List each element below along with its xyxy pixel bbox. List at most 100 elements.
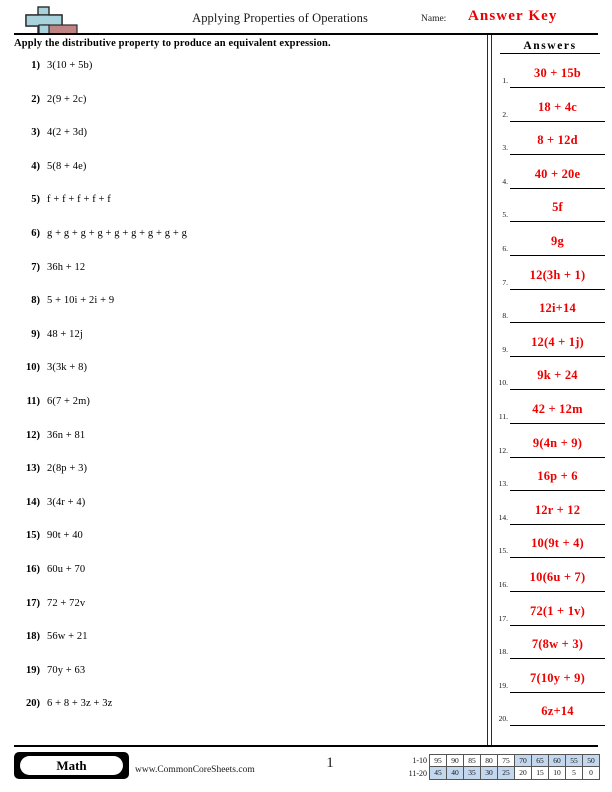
score-cell[interactable]: 15: [531, 766, 549, 780]
answer-row: 11. 42 + 12m: [494, 398, 606, 432]
subject-badge: Math: [14, 752, 129, 779]
score-cell[interactable]: 20: [514, 766, 532, 780]
website-url[interactable]: www.CommonCoreSheets.com: [135, 765, 255, 775]
problems-list: 1) 3(10 + 5b) 2) 2(9 + 2c) 3) 4(2 + 3d) 4) 5(8 …: [14, 58, 480, 730]
answer-number: 2.: [502, 109, 508, 119]
problem-number: 1): [31, 60, 40, 71]
answer-row: 14. 12r + 12: [494, 499, 606, 533]
problem-expression: 3(3k + 8): [47, 362, 88, 374]
answer-row: 1. 30 + 15b: [494, 62, 606, 96]
scoring-table: 1-10 95 90 85 80 75 70 65 60 55 50 11-20 45 40 35 30 25 2…: [398, 754, 600, 780]
answer-row: 19. 7(10y + 9): [494, 667, 606, 701]
answer-number: 14.: [498, 512, 508, 522]
answer-number: 18.: [498, 647, 508, 657]
answer-row: 6. 9g: [494, 230, 606, 264]
answer-value: 12i+14: [539, 301, 576, 316]
problem-expression: 3(4r + 4): [47, 496, 86, 508]
answer-row: 8. 12i+14: [494, 297, 606, 331]
problem-row: 16) 60u + 70: [14, 562, 480, 596]
answer-value: 40 + 20e: [534, 166, 581, 181]
answer-row: 12. 9(4n + 9): [494, 432, 606, 466]
score-cell[interactable]: 0: [582, 766, 600, 780]
problem-expression: 6(7 + 2m): [47, 395, 90, 407]
problem-expression: 90t + 40: [47, 530, 83, 542]
problem-expression: 6 + 8 + 3z + 3z: [47, 698, 113, 710]
divider-line-left: [487, 35, 488, 745]
answer-row: 4. 40 + 20e: [494, 163, 606, 197]
answer-value: 18 + 4c: [537, 99, 578, 114]
answer-number: 1.: [502, 76, 508, 85]
problem-row: 8) 5 + 10i + 2i + 9: [14, 293, 480, 327]
problem-number: 20): [26, 698, 40, 710]
answer-value: 9(4n + 9): [532, 435, 583, 450]
answer-number: 3.: [502, 143, 508, 153]
subject-badge-label: Math: [20, 756, 123, 775]
problem-number: 17): [26, 597, 40, 609]
problem-expression: 2(9 + 2c): [47, 93, 87, 105]
answer-number: 4.: [502, 176, 508, 186]
header-divider-rule: [14, 33, 598, 35]
problem-number: 9): [31, 328, 40, 340]
answer-row: 15. 10(9t + 4): [494, 532, 606, 566]
problem-row: 10) 3(3k + 8): [14, 360, 480, 394]
problem-row: 17) 72 + 72v: [14, 596, 480, 630]
score-cell[interactable]: 45: [429, 766, 447, 780]
problem-row: 4) 5(8 + 4e): [14, 159, 480, 193]
problem-number: 18): [26, 631, 40, 643]
answer-value: 72(1 + 1v): [530, 603, 585, 618]
problem-row: 12) 36n + 81: [14, 428, 480, 462]
score-cell[interactable]: 40: [446, 766, 464, 780]
score-cell[interactable]: 30: [480, 766, 498, 780]
score-cell[interactable]: 5: [565, 766, 583, 780]
problem-expression: 36h + 12: [47, 261, 86, 273]
answer-row: 7. 12(3h + 1): [494, 264, 606, 298]
answer-value: 6z+14: [541, 704, 574, 719]
problem-expression: 48 + 12j: [47, 328, 83, 340]
answers-list: 1. 30 + 15b 2. 18 + 4c 3. 8 + 12d 4. 40 + 20e 5.…: [494, 62, 606, 734]
score-row-label: 11-20: [408, 769, 427, 778]
answer-value: 30 + 15b: [534, 66, 581, 80]
answer-number: 20.: [498, 714, 508, 724]
answers-heading: Answers: [500, 40, 600, 54]
divider-line-right: [491, 35, 492, 745]
problem-expression: g + g + g + g + g + g + g + g + g: [47, 227, 187, 239]
score-cell[interactable]: 25: [497, 766, 515, 780]
problem-number: 7): [31, 261, 40, 273]
problem-row: 20) 6 + 8 + 3z + 3z: [14, 696, 480, 730]
page-header: Applying Properties of Operations Name: …: [0, 0, 612, 36]
problem-row: 7) 36h + 12: [14, 260, 480, 294]
answer-value: 10(9t + 4): [531, 536, 584, 551]
answer-value: 12r + 12: [534, 502, 581, 517]
problem-expression: 4(2 + 3d): [47, 127, 88, 139]
answer-row: 3. 8 + 12d: [494, 129, 606, 163]
answer-value: 42 + 12m: [532, 401, 583, 416]
answer-value: 12(3h + 1): [529, 267, 586, 282]
problem-expression: 70y + 63: [47, 664, 86, 676]
problem-number: 6): [31, 227, 40, 239]
answer-number: 11.: [498, 411, 508, 421]
answer-number: 12.: [498, 445, 508, 455]
answer-number: 19.: [498, 680, 508, 690]
problem-row: 13) 2(8p + 3): [14, 461, 480, 495]
answer-value: 7(8w + 3): [531, 637, 584, 652]
answer-number: 9.: [502, 344, 508, 354]
answer-value: 8 + 12d: [537, 133, 578, 148]
answer-value: 10(6u + 7): [529, 569, 586, 584]
problem-row: 3) 4(2 + 3d): [14, 125, 480, 159]
problem-row: 14) 3(4r + 4): [14, 495, 480, 529]
score-cell[interactable]: 10: [548, 766, 566, 780]
problem-expression: f + f + f + f + f: [47, 194, 111, 206]
page-title: Applying Properties of Operations: [192, 11, 368, 25]
answer-number: 17.: [498, 613, 508, 623]
answer-number: 15.: [498, 546, 508, 556]
problem-number: 16): [26, 563, 40, 575]
answer-value: 16p + 6: [537, 469, 578, 484]
instructions-text: Apply the distributive property to produ…: [14, 38, 331, 49]
problem-row: 15) 90t + 40: [14, 528, 480, 562]
problem-number: 13): [26, 463, 40, 475]
score-cell[interactable]: 35: [463, 766, 481, 780]
column-divider: [487, 35, 492, 745]
answer-number: 13.: [498, 479, 508, 489]
answer-value: 9g: [551, 233, 564, 248]
answer-value: 5f: [552, 200, 563, 215]
